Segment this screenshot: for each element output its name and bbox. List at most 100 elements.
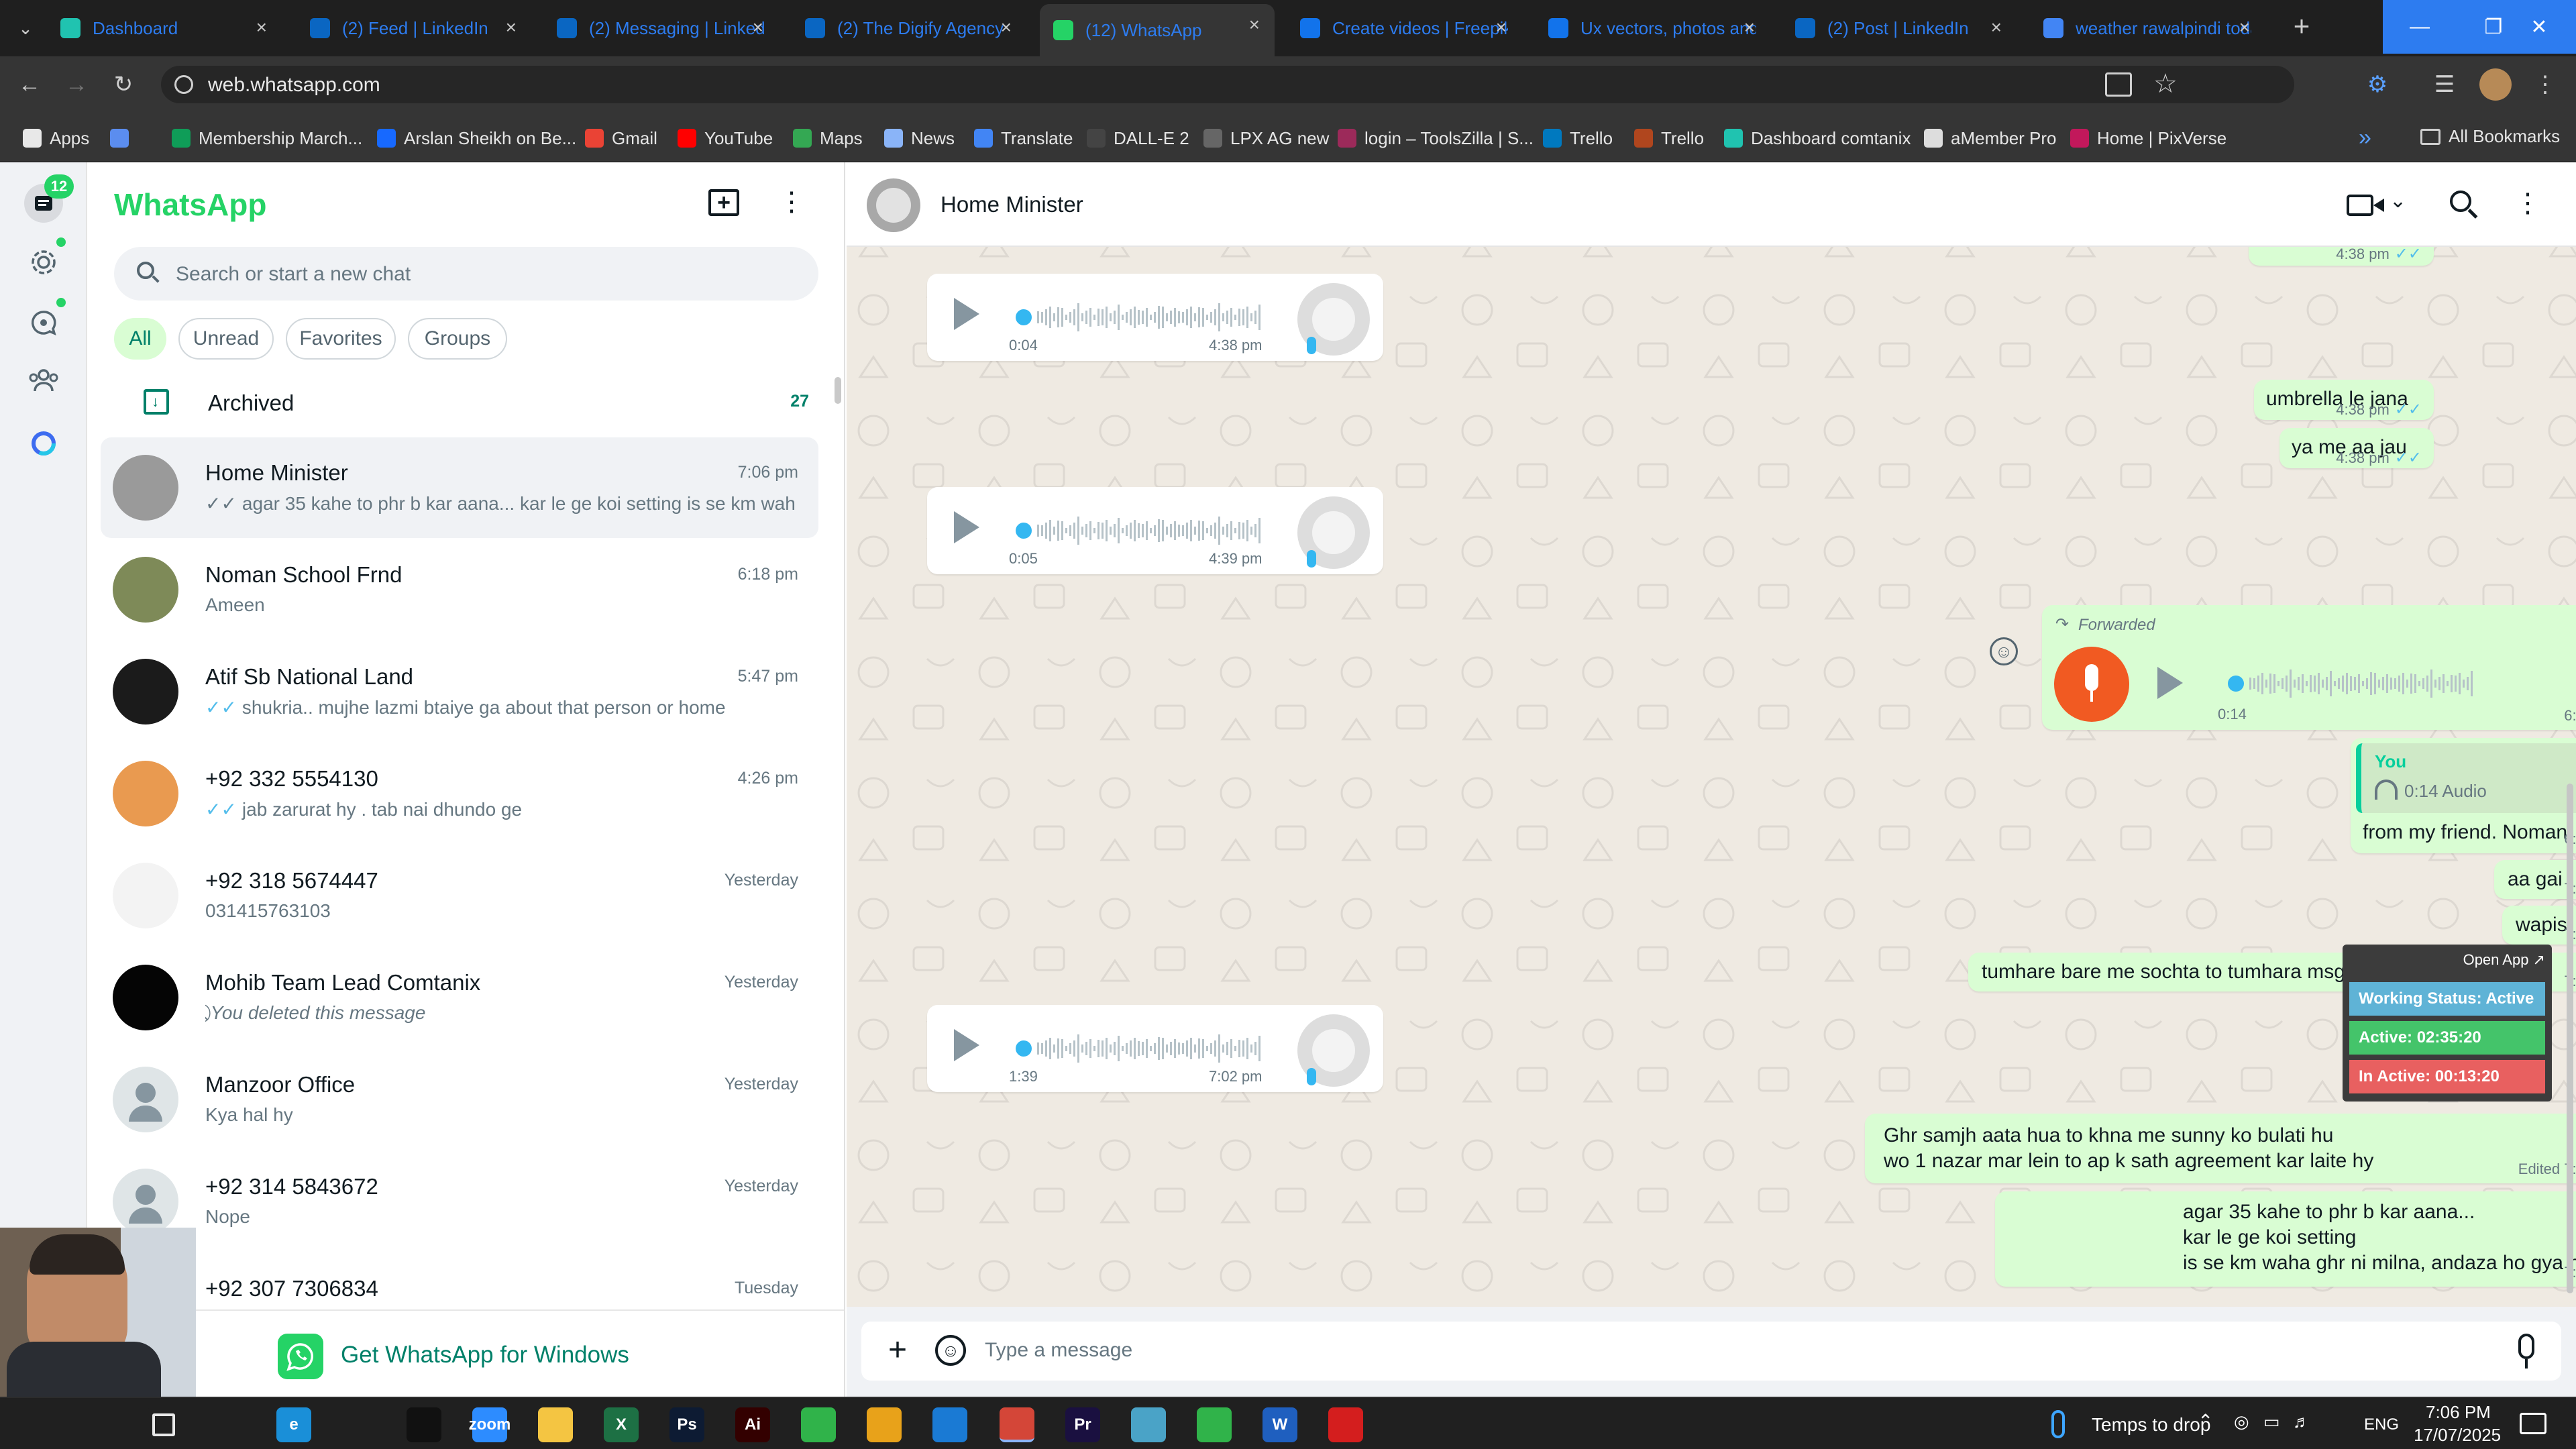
chat-list-item[interactable]: Mohib Team Lead Comtanix Yesterday⃠ You d…	[101, 947, 818, 1048]
bookmark-item[interactable]: Membership March...	[172, 126, 362, 150]
chevron-down-icon[interactable]: ⌄	[2390, 189, 2406, 213]
browser-tab[interactable]: Create videos | Freepik ×	[1287, 7, 1521, 50]
site-info-icon[interactable]	[174, 75, 193, 94]
browser-tab[interactable]: Ux vectors, photos and ×	[1535, 7, 1770, 50]
browser-tab[interactable]: weather rawalpindi today ×	[2030, 7, 2265, 50]
sticker-icon[interactable]: ☺	[935, 1335, 966, 1366]
play-icon[interactable]	[2157, 667, 2183, 699]
browser-menu-icon[interactable]: ⋮	[2529, 68, 2561, 101]
tab-close-icon[interactable]: ×	[2239, 17, 2250, 38]
forwarded-voice-message[interactable]: ↷ Forwarded ⌄ 0:14 6:18 pm✓✓	[2042, 605, 2576, 730]
bookmark-item[interactable]	[110, 126, 137, 150]
taskbar-edge-icon[interactable]: e	[276, 1407, 311, 1442]
contact-avatar[interactable]	[867, 178, 920, 232]
display-icon[interactable]: ▭	[2263, 1411, 2280, 1432]
search-chat-icon[interactable]	[2450, 191, 2471, 212]
taskbar-terminal-icon[interactable]	[407, 1407, 441, 1442]
chat-list-item[interactable]: Manzoor Office Yesterday Kya hal hy	[101, 1049, 818, 1150]
weather-icon[interactable]	[2051, 1410, 2065, 1438]
browser-tab[interactable]: (2) Feed | LinkedIn ×	[297, 7, 531, 50]
browser-tab[interactable]: (2) Post | LinkedIn ×	[1782, 7, 2017, 50]
filter-chip[interactable]: All	[114, 318, 166, 360]
bookmark-item[interactable]: News	[884, 126, 955, 150]
bookmark-item[interactable]: Arslan Sheikh on Be...	[377, 126, 576, 150]
message-input[interactable]: Type a message	[985, 1339, 2461, 1366]
filter-chip[interactable]: Unread	[178, 318, 274, 360]
open-app-link[interactable]: Open App ↗	[2463, 951, 2545, 969]
sidebar-menu-icon[interactable]: ⋮	[778, 186, 805, 220]
taskbar-sheets-icon[interactable]	[801, 1407, 836, 1442]
browser-tab[interactable]: Dashboard ×	[47, 7, 282, 50]
bookmark-item[interactable]: YouTube	[678, 126, 773, 150]
contact-name[interactable]: Home Minister	[941, 192, 1083, 217]
taskbar-explorer-icon[interactable]	[538, 1407, 573, 1442]
bookmark-item[interactable]: Apps	[23, 126, 89, 150]
taskbar-task-view-icon[interactable]	[212, 1407, 247, 1442]
get-whatsapp-banner[interactable]: Get WhatsApp for Windows	[87, 1309, 844, 1397]
install-app-icon[interactable]	[2105, 72, 2132, 97]
message-bubble[interactable]: ya me aa jau 4:38 pm ✓✓	[2279, 428, 2434, 468]
bookmark-item[interactable]: aMember Pro	[1924, 126, 2057, 150]
taskbar-word-icon[interactable]: W	[1263, 1407, 1297, 1442]
tab-search-icon[interactable]: ⌄	[12, 15, 39, 42]
message-bubble[interactable]: aa gai 7:00 pm✓✓	[2494, 860, 2576, 899]
bookmark-item[interactable]: LPX AG new	[1203, 126, 1329, 150]
play-icon[interactable]	[954, 298, 979, 330]
taskbar-premiere-icon[interactable]: Pr	[1065, 1407, 1100, 1442]
clock-date[interactable]: 17/07/2025	[2414, 1425, 2501, 1446]
new-chat-icon[interactable]: +	[708, 189, 739, 216]
taskbar-app-diamond-icon[interactable]	[1131, 1407, 1166, 1442]
play-icon[interactable]	[954, 1029, 979, 1061]
message-bubble-partial[interactable]: 4:38 pm ✓✓	[2249, 247, 2434, 266]
taskbar-chrome-active-icon[interactable]	[1000, 1407, 1034, 1442]
play-icon[interactable]	[954, 511, 979, 543]
chat-list-item[interactable]: Home Minister 7:06 pm ✓✓ agar 35 kahe to ph…	[101, 437, 818, 538]
tray-overflow-icon[interactable]: ⌃	[2198, 1410, 2213, 1432]
meta-ai-icon[interactable]	[24, 424, 63, 463]
taskbar-sheets2-icon[interactable]	[1197, 1407, 1232, 1442]
taskbar-zoom-icon[interactable]: zoom	[469, 1407, 511, 1442]
status-icon[interactable]	[24, 243, 63, 282]
taskbar-excel-icon[interactable]: X	[604, 1407, 639, 1442]
react-emoji-icon[interactable]: ☺	[1990, 637, 2018, 665]
bookmark-item[interactable]: DALL-E 2	[1087, 126, 1189, 150]
tab-close-icon[interactable]: ×	[1991, 17, 2002, 38]
chat-scrollbar[interactable]	[2567, 784, 2573, 1293]
voice-waveform[interactable]	[1014, 515, 1269, 546]
edited-message-bubble[interactable]: Ghr samjh aata hua to khna me sunny ko b…	[1865, 1114, 2576, 1183]
notifications-icon[interactable]	[2520, 1413, 2546, 1434]
chat-list-item[interactable]: +92 318 5674447 Yesterday 031415763103	[101, 845, 818, 946]
tab-close-icon[interactable]: ×	[1001, 17, 1012, 38]
tab-close-icon[interactable]: ×	[1744, 17, 1755, 38]
clock-time[interactable]: 7:06 PM	[2426, 1402, 2491, 1423]
bookmark-item[interactable]: Home | PixVerse	[2070, 126, 2226, 150]
network-icon[interactable]: ◎	[2234, 1411, 2249, 1432]
all-bookmarks[interactable]: All Bookmarks	[2420, 126, 2560, 147]
tab-close-icon[interactable]: ×	[1496, 17, 1507, 38]
search-input[interactable]: Search or start a new chat	[114, 247, 818, 301]
bookmark-item[interactable]: Gmail	[585, 126, 657, 150]
incoming-voice-message[interactable]: 1:39 7:02 pm	[927, 1005, 1383, 1092]
taskbar-illustrator-icon[interactable]: Ai	[735, 1407, 770, 1442]
browser-tab[interactable]: (12) WhatsApp ×	[1040, 4, 1275, 56]
extensions-icon[interactable]: ⚙	[2361, 68, 2394, 101]
reload-button[interactable]: ↻	[107, 68, 140, 101]
volume-icon[interactable]: ♬	[2293, 1411, 2310, 1432]
attach-plus-icon[interactable]: +	[877, 1331, 918, 1371]
tab-close-icon[interactable]: ×	[506, 17, 517, 38]
filter-chip[interactable]: Favorites	[286, 318, 396, 360]
chat-list-item[interactable]: Noman School Frnd 6:18 pm Ameen	[101, 539, 818, 640]
incoming-voice-message[interactable]: 0:05 4:39 pm	[927, 487, 1383, 574]
forward-button[interactable]: →	[60, 68, 93, 101]
browser-tab[interactable]: (2) Messaging | LinkedIn ×	[543, 7, 778, 50]
profile-avatar[interactable]	[2479, 68, 2512, 101]
bookmark-star-icon[interactable]: ☆	[2153, 68, 2178, 99]
browser-tab[interactable]: (2) The Digify Agency ×	[792, 7, 1026, 50]
channels-icon[interactable]	[24, 303, 63, 342]
last-message-bubble[interactable]: agar 35 kahe to phr b kar aana... kar le…	[1995, 1191, 2576, 1287]
voice-waveform[interactable]	[2223, 668, 2485, 699]
conversation-header[interactable]: Home Minister ⌄ ⋮	[847, 162, 2576, 247]
message-bubble[interactable]: wapis 7:00 pm✓✓	[2502, 906, 2576, 945]
bookmark-item[interactable]: login – ToolsZilla | S...	[1338, 126, 1534, 150]
microphone-icon[interactable]	[2518, 1334, 2534, 1359]
